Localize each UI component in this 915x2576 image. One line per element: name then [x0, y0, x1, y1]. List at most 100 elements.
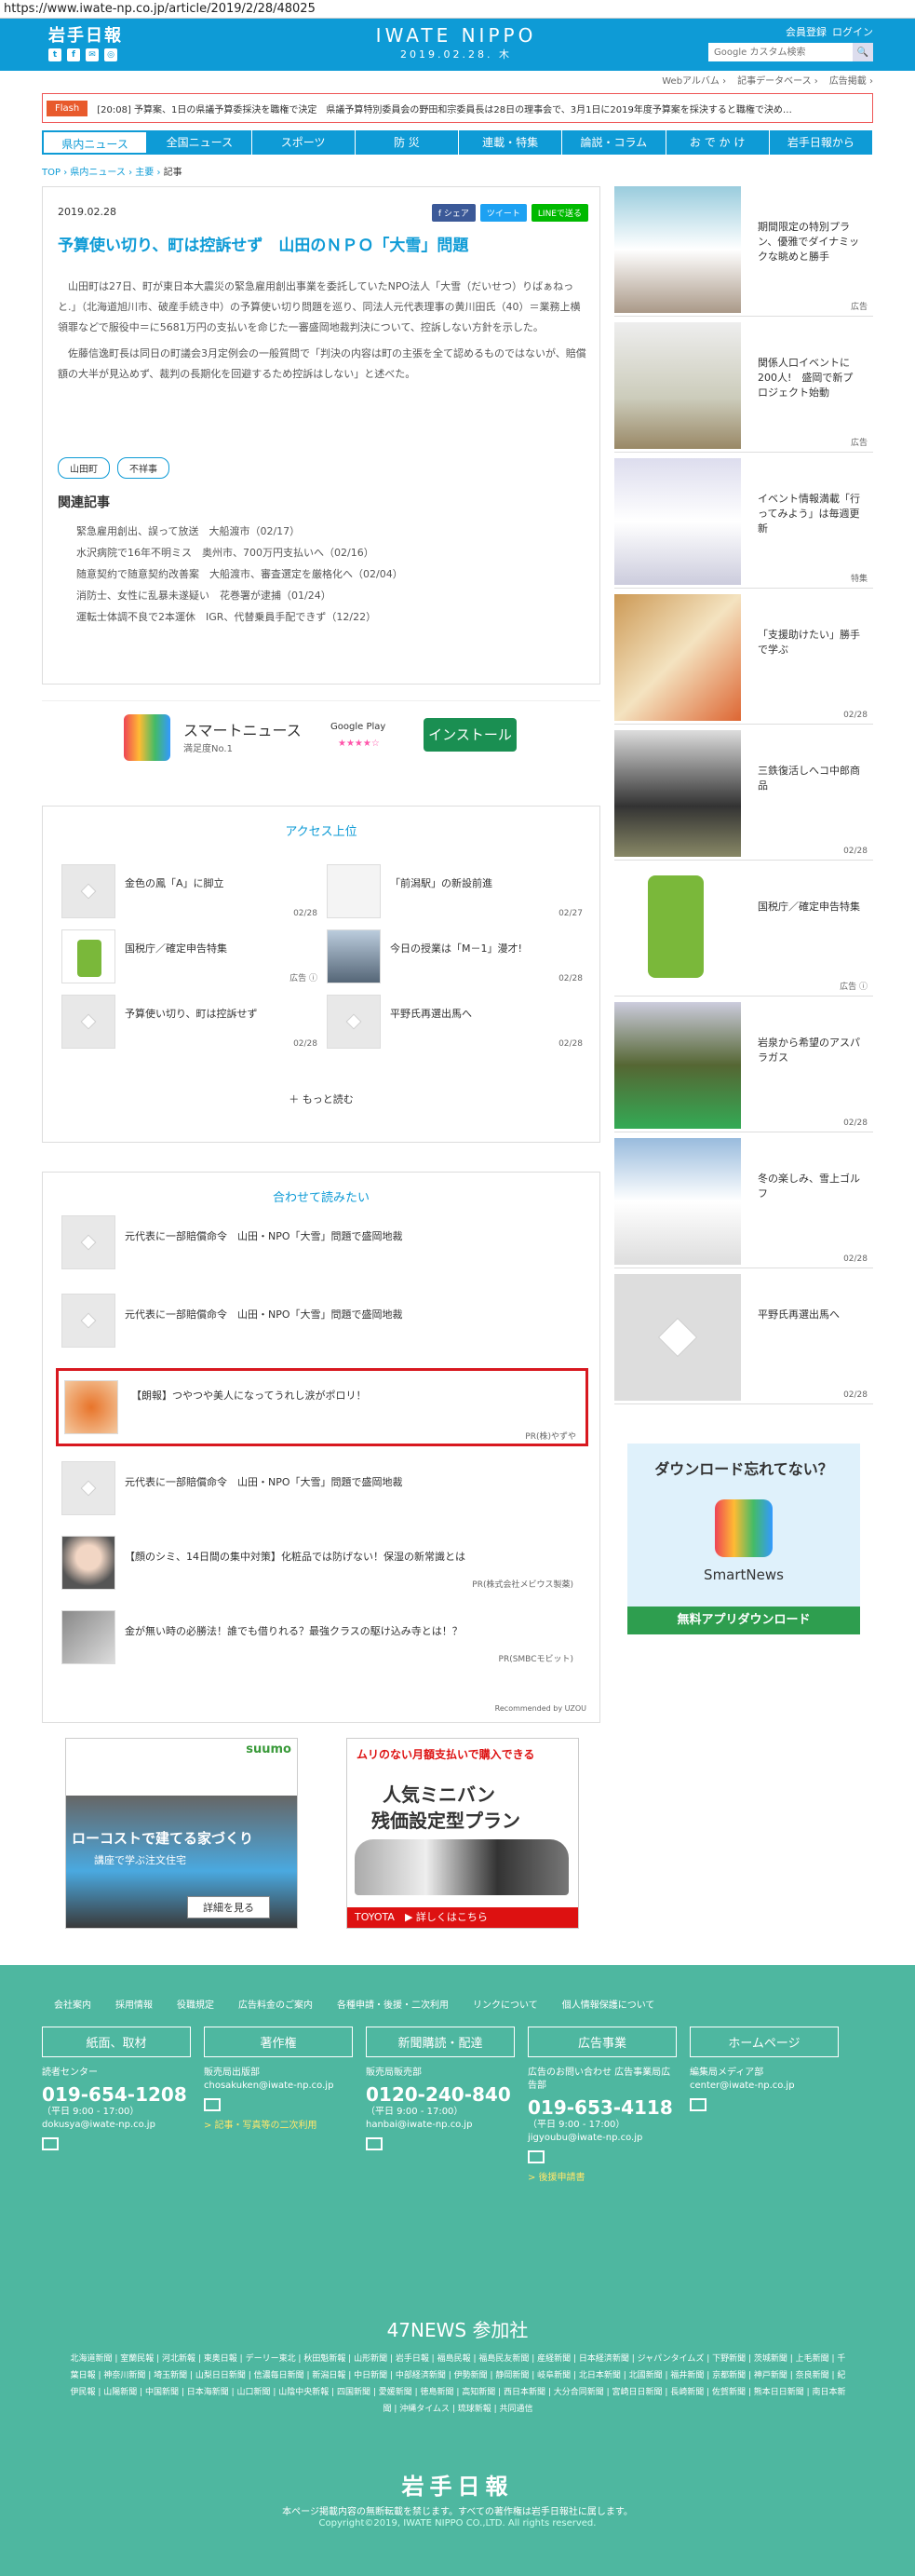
site-logo[interactable]: 岩手日報 — [48, 22, 123, 47]
contact-email[interactable]: center@iwate-np.co.jp — [690, 2080, 839, 2093]
ranking-item[interactable]: 今日の授業は「M－1」漫才! 02/28 — [327, 929, 583, 985]
facebook-icon[interactable]: f — [67, 48, 80, 61]
related-item[interactable]: 消防士、女性に乱暴未遂疑い 花巻署が逮捕（01/24） — [76, 585, 403, 606]
sponsorship-link[interactable]: > 後援申請書 — [528, 2169, 677, 2183]
crumb-category[interactable]: 県内ニュース — [70, 168, 126, 178]
contact-hours: （平日 9:00 - 17:00） — [42, 2107, 140, 2117]
read-more-button[interactable]: ＋ もっと読む — [43, 1091, 599, 1106]
nav-columns[interactable]: 論説・コラム — [562, 130, 666, 155]
contact-email[interactable]: chosakuken@iwate-np.co.jp — [204, 2080, 353, 2093]
sidebar-item[interactable]: イベント情報満載「行ってみよう」は毎週更新 特集 — [614, 458, 873, 589]
footer-link[interactable]: リンクについて — [473, 1997, 538, 2011]
47news-member-list[interactable]: 北海道新聞 | 室蘭民報 | 河北新報 | 東奥日報 | デーリー東北 | 秋田… — [67, 2351, 849, 2418]
suumo-ad[interactable]: suumo ローコストで建てる家づくり 講座で学ぶ注文住宅 詳細を見る — [65, 1738, 298, 1929]
footer-link[interactable]: 会社案内 — [54, 1997, 91, 2011]
sidebar-item[interactable]: 平野氏再選出馬へ 02/28 — [614, 1274, 873, 1404]
facebook-share-button[interactable]: f シェア — [431, 204, 476, 222]
footer-link[interactable]: 個人情報保護について — [562, 1997, 655, 2011]
rec-item-pr-highlighted[interactable]: 【朗報】つやつや美人になってうれし涙がポロリ！ PR(株)やずや — [56, 1368, 588, 1446]
tag-yamada[interactable]: 山田町 — [58, 457, 110, 479]
mail-icon[interactable] — [204, 2098, 221, 2111]
ranking-item[interactable]: 「前潟駅」の新設前進 02/27 — [327, 864, 583, 920]
rec-title: 元代表に一部賠償命令 山田・NPO「大雪」問題で盛岡地裁 — [125, 1476, 403, 1488]
ranking-item[interactable]: 予算使い切り、町は控訴せず 02/28 — [61, 995, 317, 1051]
crumb-sub[interactable]: 主要 — [135, 168, 154, 178]
toyota-ad[interactable]: ムリのない月額支払いで購入できる 人気ミニバン 残価設定型プラン TOYOTA … — [346, 1738, 579, 1929]
mail-icon[interactable] — [42, 2137, 59, 2150]
rec-item[interactable]: 元代表に一部賠償命令 山田・NPO「大雪」問題で盛岡地裁 — [61, 1294, 583, 1349]
tweet-button[interactable]: ツイート — [479, 204, 527, 222]
footer-link[interactable]: 広告料金のご案内 — [238, 1997, 313, 2011]
nav-outing[interactable]: お で か け — [666, 130, 770, 155]
nav-disaster[interactable]: 防 災 — [356, 130, 459, 155]
phone-number[interactable]: 019-653-4118 — [528, 2096, 677, 2119]
mail-icon[interactable] — [528, 2150, 545, 2163]
tag-scandal[interactable]: 不祥事 — [117, 457, 169, 479]
sidebar-title: 「支援助けたい」勝手で学ぶ — [758, 629, 860, 656]
footer-link[interactable]: 各種申請・後援・二次利用 — [337, 1997, 449, 2011]
ranking-date: 02/28 — [293, 909, 317, 918]
ranking-item[interactable]: 国税庁／確定申告特集 広告 ⓘ — [61, 929, 317, 985]
flash-text[interactable]: [20:08] 予算案、1日の県議予算委採決を職権で決定 県議予算特別委員会の野… — [97, 102, 792, 115]
rec-item[interactable]: 元代表に一部賠償命令 山田・NPO「大雪」問題で盛岡地裁 — [61, 1461, 583, 1517]
toyota-footer[interactable]: TOYOTA ▶ 詳しくはこちら — [347, 1907, 578, 1928]
flash-news[interactable]: Flash [20:08] 予算案、1日の県議予算委採決を職権で決定 県議予算特… — [42, 93, 873, 123]
rec-title: 金が無い時の必勝法！誰でも借りれる？最強クラスの駆け込み寺とは！？ — [125, 1625, 463, 1637]
related-item[interactable]: 運転士体調不良で2本運休 IGR、代替乗員手配できず（12/22） — [76, 606, 403, 628]
uzou-credit[interactable]: Recommended by UZOU — [495, 1704, 586, 1713]
subnav-album[interactable]: Webアルバム › — [662, 73, 726, 87]
line-share-button[interactable]: LINEで送る — [531, 204, 588, 222]
subnav-database[interactable]: 記事データベース › — [737, 73, 818, 87]
mail-icon[interactable] — [366, 2137, 383, 2150]
sidebar-item[interactable]: 岩泉から希望のアスパラガス 02/28 — [614, 1002, 873, 1132]
nav-prefecture-news[interactable]: 県内ニュース — [42, 130, 149, 155]
sidebar-item[interactable]: 期間限定の特別プラン、優雅でダイナミックな眺めと勝手 広告 — [614, 186, 873, 317]
sidebar-item[interactable]: 「支援助けたい」勝手で学ぶ 02/28 — [614, 594, 873, 725]
instagram-icon[interactable]: ◎ — [104, 48, 117, 61]
twitter-icon[interactable]: t — [48, 48, 61, 61]
mail-icon[interactable] — [690, 2098, 706, 2111]
footer-link[interactable]: 採用情報 — [115, 1997, 153, 2011]
sidebar-item[interactable]: 関係人口イベントに200人! 盛岡で新プロジェクト始動 広告 — [614, 322, 873, 453]
rec-item[interactable]: 金が無い時の必勝法！誰でも借りれる？最強クラスの駆け込み寺とは！？ PR(SMB… — [61, 1610, 583, 1666]
related-item[interactable]: 随意契約で随意契約改善案 大船渡市、審査選定を厳格化へ（02/04） — [76, 563, 403, 585]
login-link[interactable]: ログイン — [832, 24, 873, 39]
phone-number[interactable]: 019-654-1208 — [42, 2083, 191, 2106]
nav-from-nippo[interactable]: 岩手日報から — [770, 130, 873, 155]
sidebar-date: 広告 ⓘ — [840, 983, 868, 992]
smartnews-download-ad[interactable]: ダウンロード忘れてない？ SmartNews 無料アプリダウンロード — [627, 1444, 860, 1634]
sn-download-button[interactable]: 無料アプリダウンロード — [627, 1607, 860, 1634]
sidebar-date: 02/28 — [843, 847, 868, 856]
footer-logo[interactable]: 岩手日報 — [0, 2468, 915, 2501]
contact-email[interactable]: dokusya@iwate-np.co.jp — [42, 2119, 191, 2132]
install-button[interactable]: インストール — [424, 718, 517, 752]
url-bar[interactable]: https://www.iwate-np.co.jp/article/2019/… — [0, 0, 915, 19]
contact-email[interactable]: hanbai@iwate-np.co.jp — [366, 2119, 515, 2132]
secondary-use-link[interactable]: > 記事・写真等の二次利用 — [204, 2117, 353, 2131]
rec-item[interactable]: 元代表に一部賠償命令 山田・NPO「大雪」問題で盛岡地裁 — [61, 1215, 583, 1271]
ranking-item[interactable]: 金色の鳳「A」に脚立 02/28 — [61, 864, 317, 920]
rec-item[interactable]: 【顔のシミ、14日間の集中対策】化粧品では防げない！保湿の新常識とは PR(株式… — [61, 1536, 583, 1592]
search-input[interactable] — [708, 43, 853, 61]
recommended-reads: 合わせて読みたい 元代表に一部賠償命令 山田・NPO「大雪」問題で盛岡地裁 元代… — [42, 1172, 600, 1723]
member-register-link[interactable]: 会員登録 — [786, 24, 827, 39]
crumb-top[interactable]: TOP — [42, 168, 61, 178]
sidebar-item[interactable]: 国税庁／確定申告特集 広告 ⓘ — [614, 866, 873, 997]
nav-sports[interactable]: スポーツ — [252, 130, 356, 155]
ranking-item[interactable]: 平野氏再選出馬へ 02/28 — [327, 995, 583, 1051]
subnav-ads[interactable]: 広告掲載 › — [829, 73, 873, 87]
footer-link[interactable]: 役職規定 — [177, 1997, 214, 2011]
related-item[interactable]: 水沢病院で16年不明ミス 奥州市、700万円支払いへ（02/16） — [76, 542, 403, 563]
mail-icon[interactable]: ✉ — [86, 48, 99, 61]
search-button[interactable]: 🔍 — [853, 43, 873, 61]
suumo-detail-button[interactable]: 詳細を見る — [187, 1896, 270, 1918]
sidebar-item[interactable]: 三鉄復活しへコ中郎商品 02/28 — [614, 730, 873, 861]
nav-features[interactable]: 連載・特集 — [459, 130, 563, 155]
nav-national-news[interactable]: 全国ニュース — [148, 130, 252, 155]
sidebar-item[interactable]: 冬の楽しみ、雪上ゴルフ 02/28 — [614, 1138, 873, 1268]
copyright: Copyright©2019, IWATE NIPPO CO.,LTD. All… — [318, 2518, 597, 2529]
contact-email[interactable]: jigyoubu@iwate-np.co.jp — [528, 2132, 677, 2145]
related-item[interactable]: 緊急雇用創出、誤って放送 大船渡市（02/17） — [76, 521, 403, 542]
phone-number[interactable]: 0120-240-840 — [366, 2083, 515, 2106]
smartnews-install-ad[interactable]: スマートニュース 満足度No.1 Google Play ★★★★☆ インストー… — [42, 700, 600, 770]
